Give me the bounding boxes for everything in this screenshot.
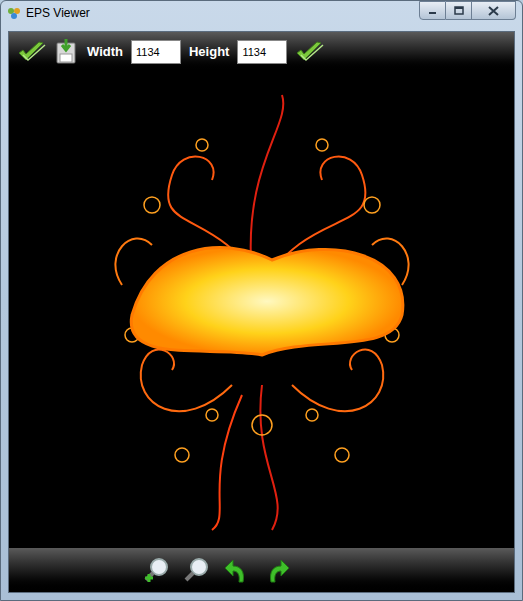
app-window: EPS Viewer Width Height [0, 0, 523, 601]
zoom-in-icon[interactable] [143, 556, 171, 584]
width-label: Width [87, 42, 123, 62]
title-bar[interactable]: EPS Viewer [1, 1, 522, 31]
rotate-right-icon[interactable] [263, 556, 291, 584]
rotate-left-icon[interactable] [223, 556, 251, 584]
close-button[interactable] [472, 1, 516, 20]
minimize-icon [428, 6, 437, 15]
top-toolbar: Width Height [9, 32, 514, 72]
apply-check-icon[interactable] [295, 40, 325, 64]
zoom-out-icon[interactable] [183, 556, 211, 584]
save-icon[interactable] [55, 39, 79, 65]
width-field[interactable] [131, 40, 181, 64]
minimize-button[interactable] [419, 1, 446, 20]
height-label: Height [189, 42, 229, 62]
maximize-button[interactable] [446, 1, 472, 20]
check-icon[interactable] [17, 40, 47, 64]
image-canvas [9, 72, 514, 548]
close-icon [488, 6, 499, 16]
height-field[interactable] [237, 40, 287, 64]
window-title: EPS Viewer [26, 5, 90, 21]
bottom-toolbar [9, 548, 514, 592]
maximize-icon [454, 6, 464, 15]
artwork-image [92, 85, 432, 535]
app-icon [7, 6, 21, 20]
